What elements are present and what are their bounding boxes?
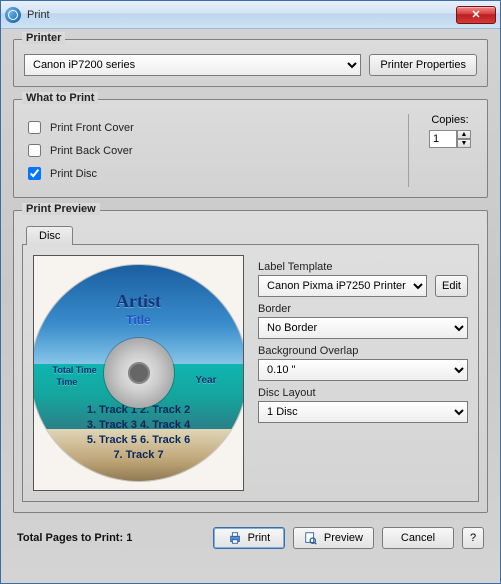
disc-year-label: Year [195, 375, 216, 386]
disc-preview-pane: Artist Title Total Time Time Year 1. Tra… [33, 255, 244, 491]
window-title: Print [27, 9, 50, 21]
label-template-select[interactable]: Canon Pixma iP7250 Printer [258, 275, 427, 297]
overlap-select[interactable]: 0.10 " [258, 359, 468, 381]
print-back-cover-row[interactable]: Print Back Cover [24, 141, 408, 160]
help-button[interactable]: ? [462, 527, 484, 549]
dialog-footer: Total Pages to Print: 1 Print Preview Ca… [13, 525, 488, 549]
printer-properties-button[interactable]: Printer Properties [369, 54, 477, 76]
print-disc-checkbox[interactable] [28, 167, 41, 180]
tracks-row-3: 5. Track 5 6. Track 6 [33, 433, 244, 448]
copies-down-button[interactable]: ▼ [457, 139, 471, 148]
layout-select[interactable]: 1 Disc [258, 401, 468, 423]
print-back-cover-checkbox[interactable] [28, 144, 41, 157]
what-to-print-group: What to Print Print Front Cover Print Ba… [13, 99, 488, 198]
disc-artist: Artist [33, 291, 244, 312]
printer-legend: Printer [22, 32, 65, 44]
border-select[interactable]: No Border [258, 317, 468, 339]
app-icon [5, 7, 21, 23]
print-disc-row[interactable]: Print Disc [24, 164, 408, 183]
preview-body: Artist Title Total Time Time Year 1. Tra… [22, 244, 479, 502]
disc-image: Artist Title Total Time Time Year 1. Tra… [33, 265, 244, 481]
layout-label: Disc Layout [258, 387, 468, 399]
printer-select[interactable]: Canon iP7200 series [24, 54, 361, 76]
copies-input[interactable] [429, 130, 457, 148]
printer-icon [228, 531, 242, 545]
magnifier-icon [304, 531, 318, 545]
disc-title: Title [33, 313, 244, 327]
cancel-button[interactable]: Cancel [382, 527, 454, 549]
tracks-row-4: 7. Track 7 [33, 448, 244, 463]
print-button-label: Print [248, 532, 271, 544]
print-disc-label: Print Disc [50, 168, 97, 180]
copies-spinner[interactable]: ▲ ▼ [429, 130, 471, 148]
border-label: Border [258, 303, 468, 315]
disc-hub [104, 338, 174, 408]
preview-legend: Print Preview [22, 203, 100, 215]
overlap-label: Background Overlap [258, 345, 468, 357]
printer-group: Printer Canon iP7200 series Printer Prop… [13, 39, 488, 87]
preview-button-label: Preview [324, 532, 363, 544]
print-back-cover-label: Print Back Cover [50, 145, 133, 157]
close-button[interactable]: ✕ [456, 6, 496, 24]
preview-button[interactable]: Preview [293, 527, 374, 549]
edit-template-button[interactable]: Edit [435, 275, 468, 297]
dialog-body: Printer Canon iP7200 series Printer Prop… [1, 29, 500, 557]
total-pages-label: Total Pages to Print: 1 [17, 532, 205, 544]
what-legend: What to Print [22, 92, 98, 104]
disc-total-time-label: Total Time [53, 365, 97, 375]
disc-time-label: Time [57, 377, 78, 387]
label-template-label: Label Template [258, 261, 468, 273]
print-dialog: Print ✕ Printer Canon iP7200 series Prin… [0, 0, 501, 584]
copies-up-button[interactable]: ▲ [457, 130, 471, 139]
print-button[interactable]: Print [213, 527, 285, 549]
preview-side-panel: Label Template Canon Pixma iP7250 Printe… [258, 255, 468, 491]
print-front-cover-checkbox[interactable] [28, 121, 41, 134]
close-icon: ✕ [471, 8, 480, 21]
print-front-cover-row[interactable]: Print Front Cover [24, 118, 408, 137]
disc-tracks: 1. Track 1 2. Track 2 3. Track 3 4. Trac… [33, 403, 244, 463]
copies-label: Copies: [429, 114, 471, 126]
print-preview-group: Print Preview Disc Artist Title Total Ti… [13, 210, 488, 513]
titlebar: Print ✕ [1, 1, 500, 29]
tracks-row-2: 3. Track 3 4. Track 4 [33, 418, 244, 433]
tab-disc[interactable]: Disc [26, 226, 73, 245]
print-front-cover-label: Print Front Cover [50, 122, 134, 134]
